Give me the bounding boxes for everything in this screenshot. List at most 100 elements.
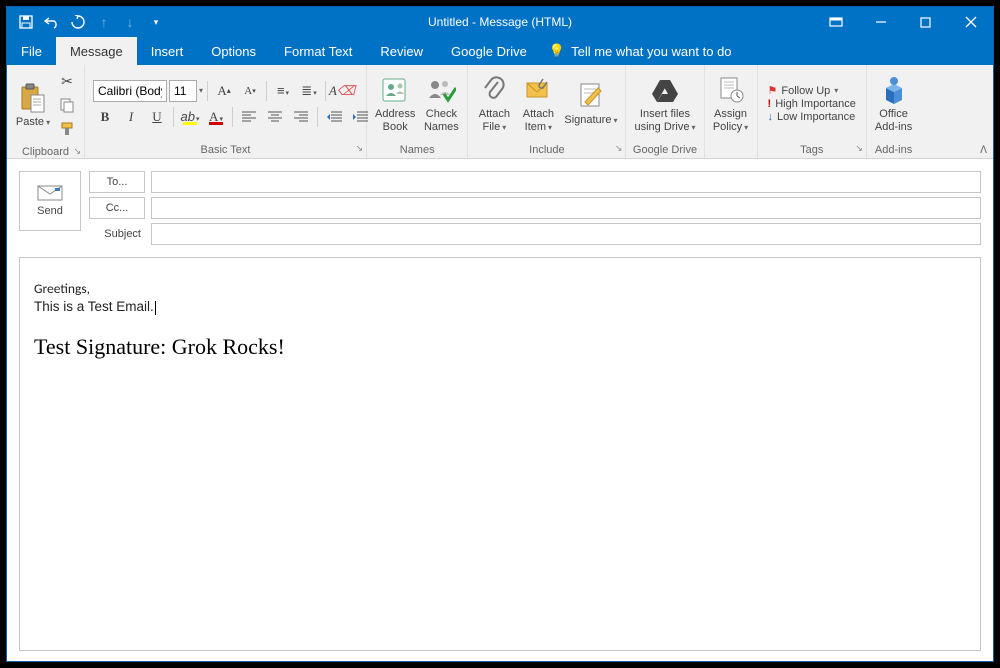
undo-icon[interactable]: [39, 7, 65, 37]
cc-field[interactable]: [151, 197, 981, 219]
font-color-icon[interactable]: A: [204, 106, 228, 128]
collapse-ribbon-icon[interactable]: ᐱ: [980, 145, 987, 156]
group-label-basic-text: Basic Text: [201, 144, 251, 156]
compose-area: Send To... Cc... Subject Greetings,: [7, 159, 993, 661]
high-importance-icon: !: [768, 98, 772, 110]
quick-access-toolbar: ↑ ↓ ▾: [7, 7, 169, 37]
high-importance-label: High Importance: [775, 98, 856, 110]
grow-font-icon[interactable]: A▴: [212, 80, 236, 102]
cc-button[interactable]: Cc...: [89, 197, 145, 219]
align-right-icon[interactable]: [289, 106, 313, 128]
align-left-icon[interactable]: [237, 106, 261, 128]
insert-drive-button[interactable]: Insert files using Drive: [630, 72, 699, 135]
low-importance-icon: ↓: [768, 111, 774, 123]
group-include: Attach File Attach Item Signature Includ…: [468, 65, 626, 158]
prev-item-icon: ↑: [91, 7, 117, 37]
clear-formatting-icon[interactable]: A⌫: [330, 80, 354, 102]
close-button[interactable]: [948, 7, 993, 37]
send-label: Send: [37, 205, 63, 217]
title-bar: ↑ ↓ ▾ Untitled - Message (HTML): [7, 7, 993, 37]
check-names-label: Check Names: [424, 108, 459, 133]
follow-up-button[interactable]: ⚑Follow Up▾: [768, 84, 856, 97]
check-names-button[interactable]: Check Names: [419, 72, 463, 135]
paste-icon: [17, 82, 49, 114]
dialog-launcher-icon[interactable]: ↘: [73, 146, 81, 157]
font-size-combo[interactable]: [169, 80, 197, 102]
high-importance-button[interactable]: !High Importance: [768, 98, 856, 110]
group-basic-text: ▾ A▴ A▾ ≡ ≣ A⌫ B I U: [85, 65, 367, 158]
format-painter-icon[interactable]: [57, 119, 77, 139]
assign-policy-label: Assign Policy: [713, 108, 748, 133]
dialog-launcher-icon[interactable]: ↘: [615, 143, 623, 154]
tab-review[interactable]: Review: [366, 37, 437, 65]
ribbon: Paste ✂ Clipboard ↘: [7, 65, 993, 159]
tab-file[interactable]: File: [7, 37, 56, 65]
attach-item-button[interactable]: Attach Item: [516, 72, 560, 135]
cut-icon[interactable]: ✂: [57, 71, 77, 91]
decrease-indent-icon[interactable]: [322, 106, 346, 128]
save-icon[interactable]: [13, 7, 39, 37]
google-drive-icon: [649, 74, 681, 106]
tab-format-text[interactable]: Format Text: [270, 37, 366, 65]
attach-file-button[interactable]: Attach File: [472, 72, 516, 135]
body-line: This is a Test Email.: [34, 298, 966, 316]
send-button[interactable]: Send: [19, 171, 81, 231]
font-name-combo[interactable]: [93, 80, 167, 102]
ribbon-tabs: File Message Insert Options Format Text …: [7, 37, 993, 65]
group-label-clipboard: Clipboard: [22, 146, 69, 158]
group-label-include: Include: [529, 144, 564, 156]
numbering-icon[interactable]: ≣: [297, 80, 321, 102]
paste-label: Paste: [16, 116, 50, 129]
lightbulb-icon: 💡: [549, 43, 565, 59]
bullets-icon[interactable]: ≡: [271, 80, 295, 102]
signature-button[interactable]: Signature: [560, 78, 621, 129]
underline-button[interactable]: U: [145, 106, 169, 128]
assign-policy-button[interactable]: Assign Policy: [709, 72, 753, 135]
message-body[interactable]: Greetings, This is a Test Email. Test Si…: [19, 257, 981, 651]
subject-field[interactable]: [151, 223, 981, 245]
tab-google-drive[interactable]: Google Drive: [437, 37, 541, 65]
copy-icon[interactable]: [57, 95, 77, 115]
group-clipboard: Paste ✂ Clipboard ↘: [7, 65, 85, 158]
shrink-font-icon[interactable]: A▾: [238, 80, 262, 102]
dialog-launcher-icon[interactable]: ↘: [855, 143, 863, 154]
group-label-gdrive: Google Drive: [633, 144, 697, 156]
redo-icon[interactable]: [65, 7, 91, 37]
paste-button[interactable]: Paste: [11, 80, 55, 131]
to-button[interactable]: To...: [89, 171, 145, 193]
office-addins-label: Office Add-ins: [875, 108, 912, 133]
minimize-button[interactable]: [858, 7, 903, 37]
tell-me-search[interactable]: 💡 Tell me what you want to do: [549, 37, 732, 65]
italic-button[interactable]: I: [119, 106, 143, 128]
bold-button[interactable]: B: [93, 106, 117, 128]
group-addins: Office Add-ins Add-ins: [867, 65, 920, 158]
signature-icon: [575, 80, 607, 112]
window-controls: [813, 7, 993, 37]
check-names-icon: [425, 74, 457, 106]
group-tags: ⚑Follow Up▾ !High Importance ↓Low Import…: [758, 65, 867, 158]
group-assign-policy: Assign Policy: [705, 65, 758, 158]
attach-item-icon: [522, 74, 554, 106]
dialog-launcher-icon[interactable]: ↘: [355, 143, 363, 154]
align-center-icon[interactable]: [263, 106, 287, 128]
tab-options[interactable]: Options: [197, 37, 270, 65]
window-title: Untitled - Message (HTML): [428, 15, 572, 29]
signature-text: Test Signature: Grok Rocks!: [34, 334, 966, 360]
low-importance-button[interactable]: ↓Low Importance: [768, 111, 856, 123]
ribbon-display-icon[interactable]: [813, 7, 858, 37]
subject-label: Subject: [89, 223, 145, 245]
group-label-tags: Tags: [800, 144, 823, 156]
address-book-icon: [379, 74, 411, 106]
office-addins-button[interactable]: Office Add-ins: [871, 72, 916, 135]
attach-item-label: Attach Item: [523, 108, 554, 133]
follow-up-label: Follow Up: [781, 85, 830, 97]
tab-insert[interactable]: Insert: [137, 37, 198, 65]
to-field[interactable]: [151, 171, 981, 193]
address-book-label: Address Book: [375, 108, 415, 133]
addins-icon: [878, 74, 910, 106]
maximize-button[interactable]: [903, 7, 948, 37]
address-book-button[interactable]: Address Book: [371, 72, 419, 135]
qat-customize-icon[interactable]: ▾: [143, 7, 169, 37]
tab-message[interactable]: Message: [56, 37, 137, 65]
highlight-color-icon[interactable]: ab: [178, 106, 202, 128]
